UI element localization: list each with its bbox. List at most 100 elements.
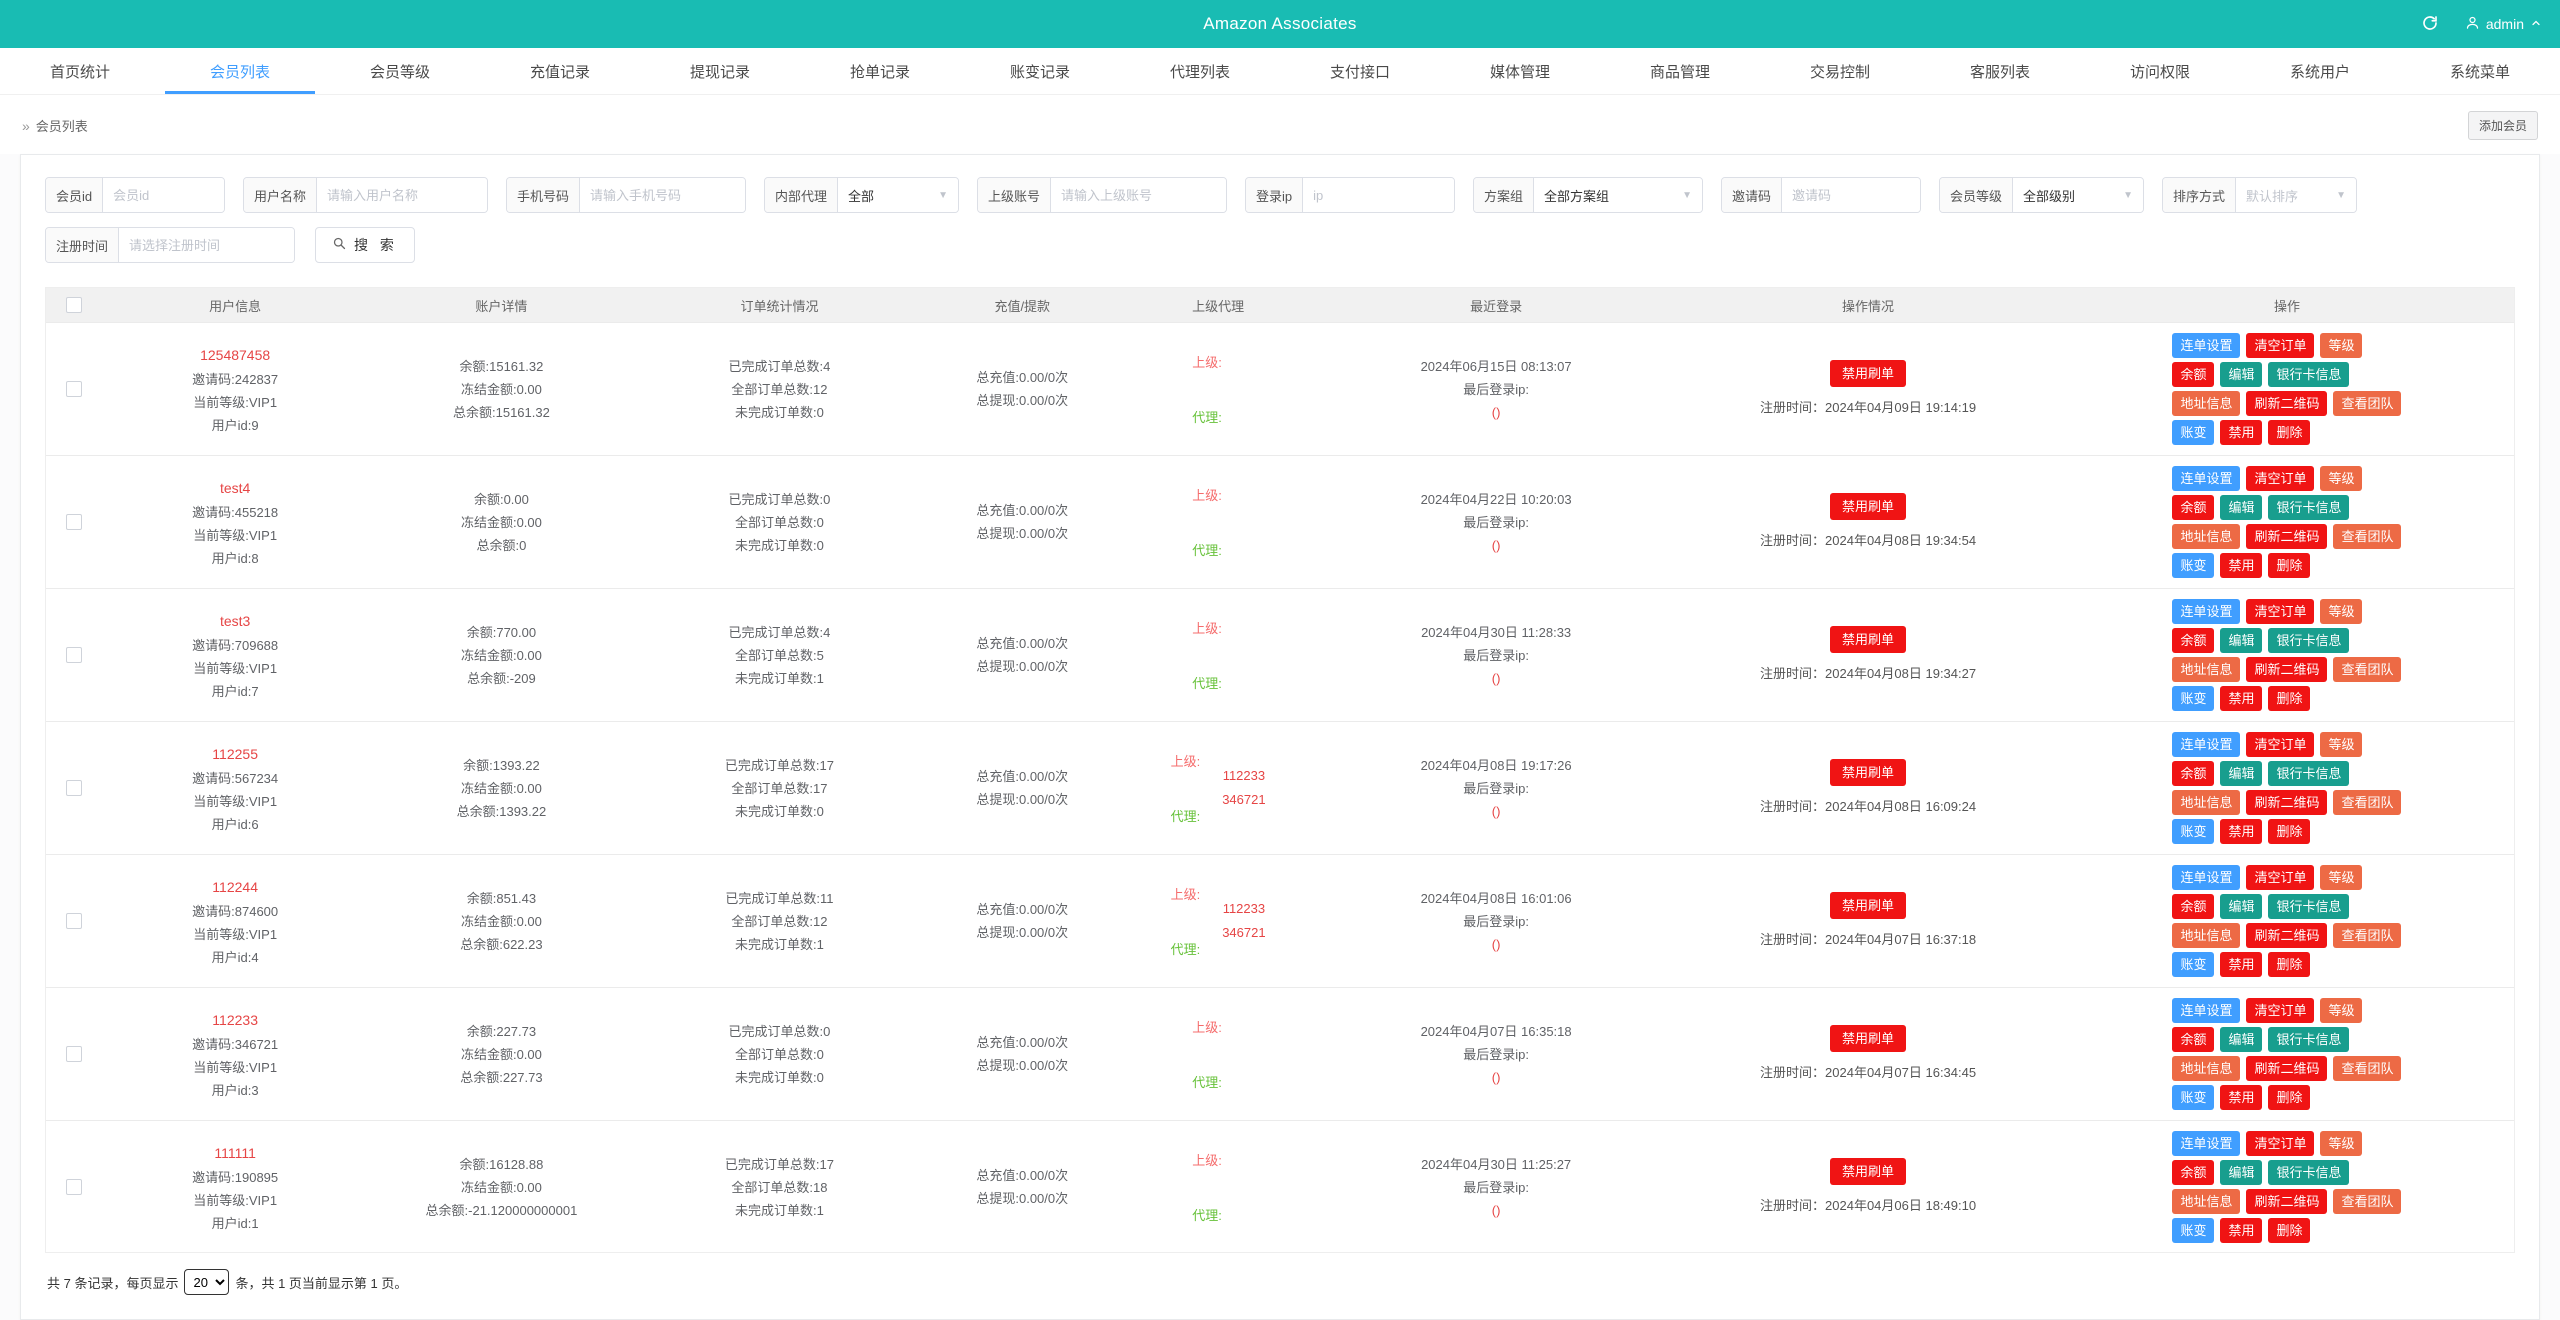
login-ip-link[interactable]: () (1320, 933, 1672, 956)
nav-tab-access-control[interactable]: 访问权限 (2080, 48, 2240, 94)
filter-sort-order-select[interactable]: 默认排序 ▼ (2236, 178, 2356, 212)
action-refresh-qrcode[interactable]: 刷新二维码 (2246, 790, 2328, 815)
action-edit[interactable]: 编辑 (2220, 1160, 2263, 1185)
disable-brush-button[interactable]: 禁用刷单 (1830, 1157, 1907, 1185)
nav-tab-grab-order-records[interactable]: 抢单记录 (800, 48, 960, 94)
action-refresh-qrcode[interactable]: 刷新二维码 (2246, 1056, 2328, 1081)
login-ip-link[interactable]: () (1320, 401, 1672, 424)
action-address-info[interactable]: 地址信息 (2172, 391, 2241, 416)
nav-tab-member-level[interactable]: 会员等级 (320, 48, 480, 94)
action-account-change[interactable]: 账变 (2172, 1085, 2215, 1110)
action-delete[interactable]: 删除 (2268, 819, 2311, 844)
select-all-checkbox[interactable] (66, 297, 82, 313)
row-checkbox[interactable] (66, 913, 82, 929)
action-view-team[interactable]: 查看团队 (2333, 391, 2402, 416)
parent-account-link[interactable]: 346721 (1222, 791, 1265, 809)
action-edit[interactable]: 编辑 (2220, 761, 2263, 786)
disable-brush-button[interactable]: 禁用刷单 (1830, 359, 1907, 387)
action-level[interactable]: 等级 (2320, 1131, 2363, 1156)
action-bank-card-info[interactable]: 银行卡信息 (2268, 761, 2350, 786)
action-level[interactable]: 等级 (2320, 466, 2363, 491)
action-balance[interactable]: 余额 (2172, 761, 2215, 786)
action-delete[interactable]: 删除 (2268, 952, 2311, 977)
action-view-team[interactable]: 查看团队 (2333, 1056, 2402, 1081)
action-bank-card-info[interactable]: 银行卡信息 (2268, 628, 2350, 653)
nav-tab-trade-control[interactable]: 交易控制 (1760, 48, 1920, 94)
nav-tab-service-list[interactable]: 客服列表 (1920, 48, 2080, 94)
nav-tab-agent-list[interactable]: 代理列表 (1120, 48, 1280, 94)
login-ip-link[interactable]: () (1320, 800, 1672, 823)
action-delete[interactable]: 删除 (2268, 1085, 2311, 1110)
action-account-change[interactable]: 账变 (2172, 553, 2215, 578)
action-clear-orders[interactable]: 清空订单 (2246, 1131, 2315, 1156)
action-address-info[interactable]: 地址信息 (2172, 923, 2241, 948)
action-bank-card-info[interactable]: 银行卡信息 (2268, 362, 2350, 387)
action-view-team[interactable]: 查看团队 (2333, 524, 2402, 549)
row-username[interactable]: test4 (106, 475, 364, 501)
nav-tab-withdraw-records[interactable]: 提现记录 (640, 48, 800, 94)
row-username[interactable]: 112244 (106, 874, 364, 900)
disable-brush-button[interactable]: 禁用刷单 (1830, 1024, 1907, 1052)
disable-brush-button[interactable]: 禁用刷单 (1830, 625, 1907, 653)
user-menu[interactable]: admin (2465, 15, 2542, 33)
action-address-info[interactable]: 地址信息 (2172, 1189, 2241, 1214)
filter-internal-agent-select[interactable]: 全部 ▼ (838, 178, 958, 212)
action-disable[interactable]: 禁用 (2220, 553, 2263, 578)
row-username[interactable]: 112233 (106, 1007, 364, 1033)
action-balance[interactable]: 余额 (2172, 362, 2215, 387)
action-delete[interactable]: 删除 (2268, 686, 2311, 711)
filter-member-level-select[interactable]: 全部级别 ▼ (2013, 178, 2143, 212)
action-refresh-qrcode[interactable]: 刷新二维码 (2246, 1189, 2328, 1214)
row-username[interactable]: 125487458 (106, 342, 364, 368)
action-level[interactable]: 等级 (2320, 732, 2363, 757)
nav-tab-account-change-records[interactable]: 账变记录 (960, 48, 1120, 94)
action-clear-orders[interactable]: 清空订单 (2246, 732, 2315, 757)
action-account-change[interactable]: 账变 (2172, 1218, 2215, 1243)
action-level[interactable]: 等级 (2320, 865, 2363, 890)
filter-member-id-input[interactable] (103, 178, 224, 212)
row-checkbox[interactable] (66, 381, 82, 397)
action-refresh-qrcode[interactable]: 刷新二维码 (2246, 923, 2328, 948)
filter-login-ip-input[interactable] (1303, 178, 1454, 212)
action-view-team[interactable]: 查看团队 (2333, 923, 2402, 948)
filter-invite-code-input[interactable] (1782, 178, 1920, 212)
action-level[interactable]: 等级 (2320, 599, 2363, 624)
row-username[interactable]: 111111 (106, 1140, 364, 1166)
nav-tab-product-manage[interactable]: 商品管理 (1600, 48, 1760, 94)
action-chain-order-setup[interactable]: 连单设置 (2172, 865, 2241, 890)
nav-tab-payment-api[interactable]: 支付接口 (1280, 48, 1440, 94)
action-delete[interactable]: 删除 (2268, 420, 2311, 445)
nav-tab-system-menu[interactable]: 系统菜单 (2400, 48, 2560, 94)
refresh-button[interactable] (2421, 14, 2439, 35)
action-chain-order-setup[interactable]: 连单设置 (2172, 333, 2241, 358)
login-ip-link[interactable]: () (1320, 534, 1672, 557)
action-disable[interactable]: 禁用 (2220, 420, 2263, 445)
row-checkbox[interactable] (66, 514, 82, 530)
action-balance[interactable]: 余额 (2172, 495, 2215, 520)
action-chain-order-setup[interactable]: 连单设置 (2172, 599, 2241, 624)
action-delete[interactable]: 删除 (2268, 553, 2311, 578)
action-delete[interactable]: 删除 (2268, 1218, 2311, 1243)
disable-brush-button[interactable]: 禁用刷单 (1830, 492, 1907, 520)
action-balance[interactable]: 余额 (2172, 1160, 2215, 1185)
action-chain-order-setup[interactable]: 连单设置 (2172, 732, 2241, 757)
row-username[interactable]: test3 (106, 608, 364, 634)
action-edit[interactable]: 编辑 (2220, 628, 2263, 653)
nav-tab-recharge-records[interactable]: 充值记录 (480, 48, 640, 94)
row-checkbox[interactable] (66, 1179, 82, 1195)
action-view-team[interactable]: 查看团队 (2333, 790, 2402, 815)
action-disable[interactable]: 禁用 (2220, 1218, 2263, 1243)
parent-account-link[interactable]: 112233 (1222, 900, 1265, 918)
action-chain-order-setup[interactable]: 连单设置 (2172, 466, 2241, 491)
disable-brush-button[interactable]: 禁用刷单 (1830, 758, 1907, 786)
action-address-info[interactable]: 地址信息 (2172, 790, 2241, 815)
nav-tab-home-stats[interactable]: 首页统计 (0, 48, 160, 94)
login-ip-link[interactable]: () (1320, 1199, 1672, 1222)
filter-parent-account-input[interactable] (1051, 178, 1226, 212)
action-disable[interactable]: 禁用 (2220, 686, 2263, 711)
action-bank-card-info[interactable]: 银行卡信息 (2268, 1160, 2350, 1185)
row-username[interactable]: 112255 (106, 741, 364, 767)
nav-tab-member-list[interactable]: 会员列表 (160, 48, 320, 94)
action-address-info[interactable]: 地址信息 (2172, 524, 2241, 549)
action-edit[interactable]: 编辑 (2220, 894, 2263, 919)
